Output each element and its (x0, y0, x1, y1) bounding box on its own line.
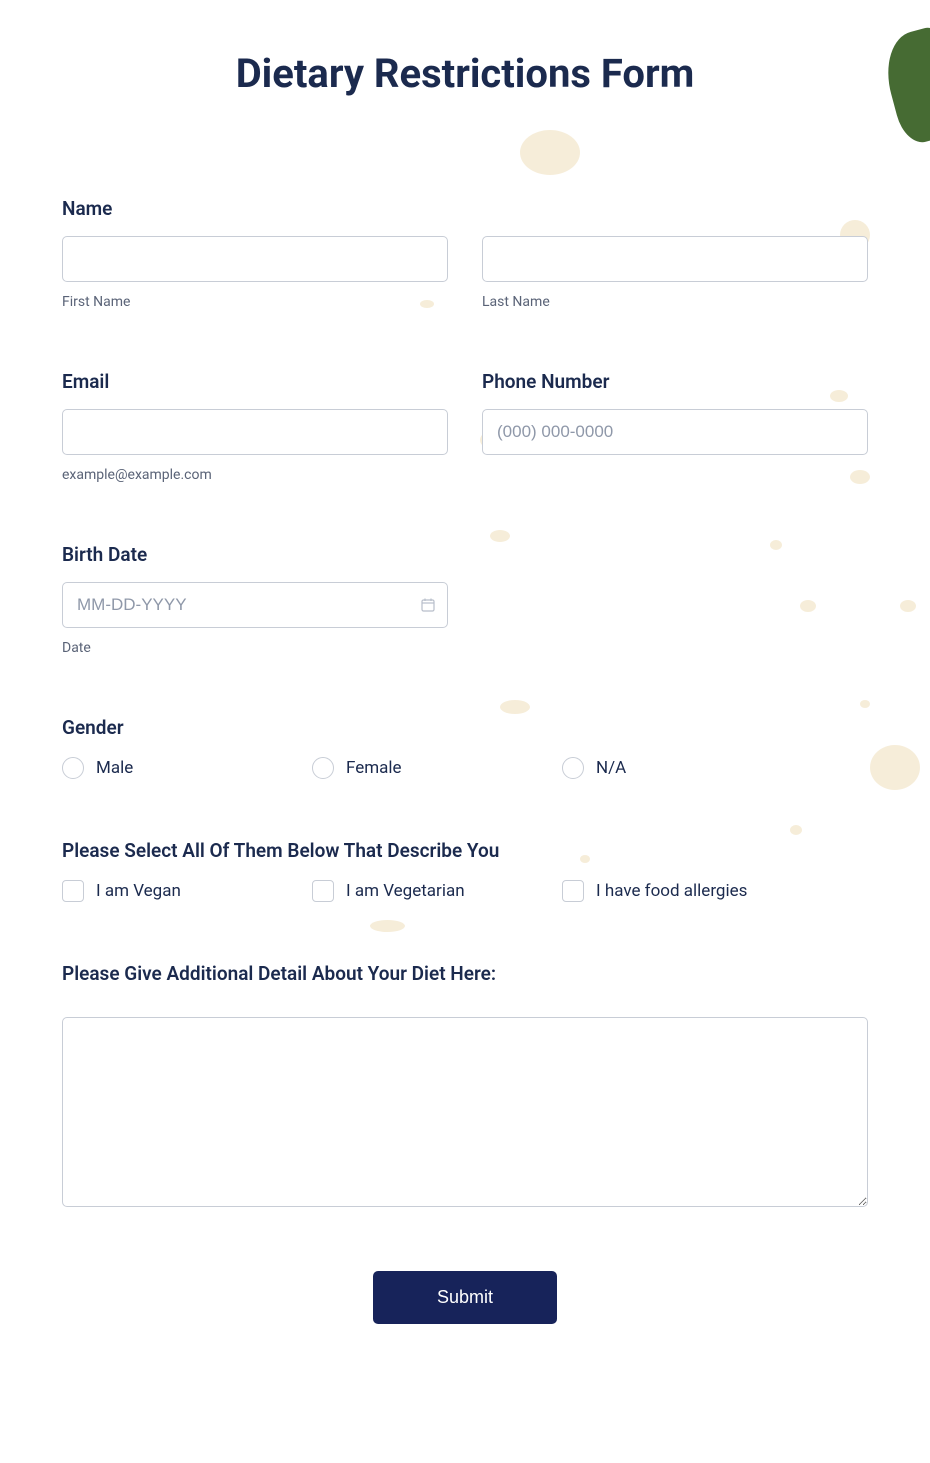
additional-textarea[interactable] (62, 1017, 868, 1207)
radio-icon[interactable] (562, 757, 584, 779)
diet-option-vegetarian[interactable]: I am Vegetarian (312, 880, 562, 902)
checkbox-icon[interactable] (62, 880, 84, 902)
name-label: Name (62, 197, 868, 220)
phone-input[interactable] (482, 409, 868, 455)
gender-option-label: Female (346, 758, 402, 778)
radio-icon[interactable] (62, 757, 84, 779)
gender-option-label: N/A (596, 758, 626, 778)
additional-label: Please Give Additional Detail About Your… (62, 962, 868, 985)
radio-icon[interactable] (312, 757, 334, 779)
page-title: Dietary Restrictions Form (62, 50, 868, 97)
diet-option-allergies[interactable]: I have food allergies (562, 880, 842, 902)
gender-option-male[interactable]: Male (62, 757, 312, 779)
submit-button[interactable]: Submit (373, 1271, 557, 1324)
checkbox-icon[interactable] (312, 880, 334, 902)
gender-option-na[interactable]: N/A (562, 757, 812, 779)
first-name-sublabel: First Name (62, 294, 448, 310)
gender-option-label: Male (96, 758, 133, 778)
email-label: Email (62, 370, 448, 393)
gender-option-female[interactable]: Female (312, 757, 562, 779)
diet-option-label: I am Vegetarian (346, 881, 465, 901)
phone-label: Phone Number (482, 370, 868, 393)
diet-describe-label: Please Select All Of Them Below That Des… (62, 839, 868, 862)
diet-option-vegan[interactable]: I am Vegan (62, 880, 312, 902)
email-input[interactable] (62, 409, 448, 455)
birthdate-input[interactable] (62, 582, 448, 628)
calendar-icon[interactable] (420, 597, 436, 613)
last-name-sublabel: Last Name (482, 294, 868, 310)
first-name-input[interactable] (62, 236, 448, 282)
birthdate-label: Birth Date (62, 543, 448, 566)
birthdate-sublabel: Date (62, 640, 448, 656)
last-name-input[interactable] (482, 236, 868, 282)
checkbox-icon[interactable] (562, 880, 584, 902)
diet-option-label: I am Vegan (96, 881, 181, 901)
gender-label: Gender (62, 716, 868, 739)
email-sublabel: example@example.com (62, 467, 448, 483)
diet-option-label: I have food allergies (596, 881, 747, 901)
